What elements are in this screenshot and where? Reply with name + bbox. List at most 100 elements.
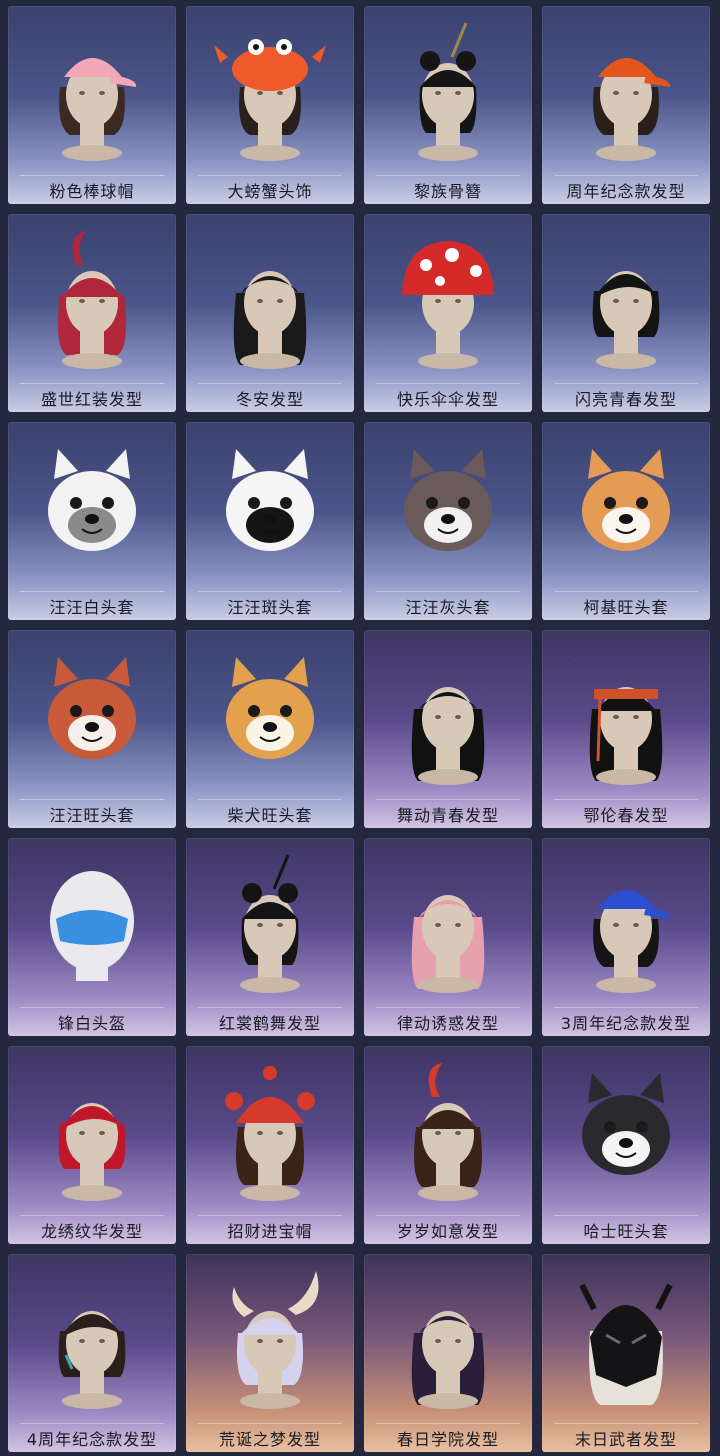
item-card[interactable]: 律动诱惑发型 (364, 838, 532, 1036)
item-name: 4周年纪念款发型 (26, 1430, 158, 1449)
bone-hairpin-icon (364, 12, 532, 172)
item-name: 荒诞之梦发型 (218, 1430, 321, 1449)
item-card[interactable]: 粉色棒球帽 (8, 6, 176, 204)
item-label-bar: 快乐伞伞发型 (376, 383, 520, 412)
item-label-bar: 柯基旺头套 (554, 591, 698, 620)
item-card[interactable]: 冬安发型 (186, 214, 354, 412)
red-knit-hat-icon (186, 1052, 354, 1212)
horned-silver-hair-icon (186, 1260, 354, 1420)
item-name: 周年纪念款发型 (566, 182, 686, 201)
item-card[interactable]: 周年纪念款发型 (542, 6, 710, 204)
gray-dog-mask-icon (364, 428, 532, 588)
motorcycle-helmet-icon (8, 844, 176, 1004)
item-label-bar: 哈士旺头套 (554, 1215, 698, 1244)
item-grid: 粉色棒球帽 大螃蟹头饰 黎族骨簪 周年纪念款发型 盛世红装发型 冬安发型 快乐伞… (0, 0, 720, 1456)
shiba-mask-icon (186, 636, 354, 796)
item-name: 岁岁如意发型 (396, 1222, 499, 1241)
item-name: 汪汪灰头套 (405, 598, 491, 617)
ethnic-headband-icon (542, 636, 710, 796)
item-card[interactable]: 招财进宝帽 (186, 1046, 354, 1244)
item-name: 汪汪斑头套 (227, 598, 313, 617)
long-straight-hair-icon (364, 636, 532, 796)
item-name: 黎族骨簪 (413, 182, 482, 201)
anniversary-cap-icon (542, 844, 710, 1004)
double-bun-hair-icon (186, 844, 354, 1004)
item-card[interactable]: 快乐伞伞发型 (364, 214, 532, 412)
item-card[interactable]: 荒诞之梦发型 (186, 1254, 354, 1452)
item-label-bar: 粉色棒球帽 (20, 175, 164, 204)
item-name: 大螃蟹头饰 (227, 182, 313, 201)
item-label-bar: 冬安发型 (198, 383, 342, 412)
twin-pigtail-hair-icon (364, 1052, 532, 1212)
husky-mask-icon (542, 1052, 710, 1212)
pink-baseball-cap-icon (8, 12, 176, 172)
item-label-bar: 末日武者发型 (554, 1423, 698, 1452)
item-label-bar: 律动诱惑发型 (376, 1007, 520, 1036)
item-card[interactable]: 红裳鹤舞发型 (186, 838, 354, 1036)
armored-mask-icon (542, 1260, 710, 1420)
item-card[interactable]: 柯基旺头套 (542, 422, 710, 620)
item-label-bar: 岁岁如意发型 (376, 1215, 520, 1244)
item-name: 盛世红装发型 (40, 390, 143, 409)
item-label-bar: 黎族骨簪 (376, 175, 520, 204)
item-name: 3周年纪念款发型 (560, 1014, 692, 1033)
purple-long-hair-icon (364, 1260, 532, 1420)
red-ponytail-hair-icon (8, 220, 176, 380)
item-card[interactable]: 锋白头盔 (8, 838, 176, 1036)
item-label-bar: 柴犬旺头套 (198, 799, 342, 828)
crab-headwear-icon (186, 12, 354, 172)
corgi-mask-icon (542, 428, 710, 588)
item-card[interactable]: 哈士旺头套 (542, 1046, 710, 1244)
item-label-bar: 大螃蟹头饰 (198, 175, 342, 204)
item-card[interactable]: 岁岁如意发型 (364, 1046, 532, 1244)
item-label-bar: 4周年纪念款发型 (20, 1423, 164, 1452)
item-card[interactable]: 龙绣纹华发型 (8, 1046, 176, 1244)
long-braid-hair-icon (186, 220, 354, 380)
item-label-bar: 闪亮青春发型 (554, 383, 698, 412)
item-name: 锋白头盔 (57, 1014, 126, 1033)
item-card[interactable]: 4周年纪念款发型 (8, 1254, 176, 1452)
item-label-bar: 红裳鹤舞发型 (198, 1007, 342, 1036)
item-label-bar: 周年纪念款发型 (554, 175, 698, 204)
item-name: 柴犬旺头套 (227, 806, 313, 825)
item-name: 龙绣纹华发型 (40, 1222, 143, 1241)
item-name: 哈士旺头套 (583, 1222, 669, 1241)
spotted-dog-mask-icon (186, 428, 354, 588)
item-label-bar: 春日学院发型 (376, 1423, 520, 1452)
item-card[interactable]: 闪亮青春发型 (542, 214, 710, 412)
item-label-bar: 鄂伦春发型 (554, 799, 698, 828)
item-card[interactable]: 汪汪白头套 (8, 422, 176, 620)
item-name: 汪汪白头套 (49, 598, 135, 617)
item-card[interactable]: 鄂伦春发型 (542, 630, 710, 828)
item-card[interactable]: 汪汪斑头套 (186, 422, 354, 620)
item-card[interactable]: 3周年纪念款发型 (542, 838, 710, 1036)
item-label-bar: 汪汪斑头套 (198, 591, 342, 620)
item-name: 快乐伞伞发型 (396, 390, 499, 409)
bob-hair-icon (542, 220, 710, 380)
anniversary-cap-icon (542, 12, 710, 172)
item-card[interactable]: 春日学院发型 (364, 1254, 532, 1452)
item-label-bar: 龙绣纹华发型 (20, 1215, 164, 1244)
item-card[interactable]: 黎族骨簪 (364, 6, 532, 204)
item-label-bar: 汪汪白头套 (20, 591, 164, 620)
item-card[interactable]: 末日武者发型 (542, 1254, 710, 1452)
item-card[interactable]: 大螃蟹头饰 (186, 6, 354, 204)
item-name: 粉色棒球帽 (49, 182, 135, 201)
item-card[interactable]: 盛世红装发型 (8, 214, 176, 412)
item-name: 春日学院发型 (396, 1430, 499, 1449)
item-label-bar: 锋白头盔 (20, 1007, 164, 1036)
item-card[interactable]: 柴犬旺头套 (186, 630, 354, 828)
red-dog-mask-icon (8, 636, 176, 796)
item-label-bar: 荒诞之梦发型 (198, 1423, 342, 1452)
item-name: 柯基旺头套 (583, 598, 669, 617)
item-name: 末日武者发型 (574, 1430, 677, 1449)
mushroom-hat-icon (364, 220, 532, 380)
item-name: 舞动青春发型 (396, 806, 499, 825)
item-label-bar: 汪汪旺头套 (20, 799, 164, 828)
item-card[interactable]: 汪汪旺头套 (8, 630, 176, 828)
item-label-bar: 3周年纪念款发型 (554, 1007, 698, 1036)
item-card[interactable]: 舞动青春发型 (364, 630, 532, 828)
item-name: 红裳鹤舞发型 (218, 1014, 321, 1033)
item-card[interactable]: 汪汪灰头套 (364, 422, 532, 620)
item-name: 律动诱惑发型 (396, 1014, 499, 1033)
